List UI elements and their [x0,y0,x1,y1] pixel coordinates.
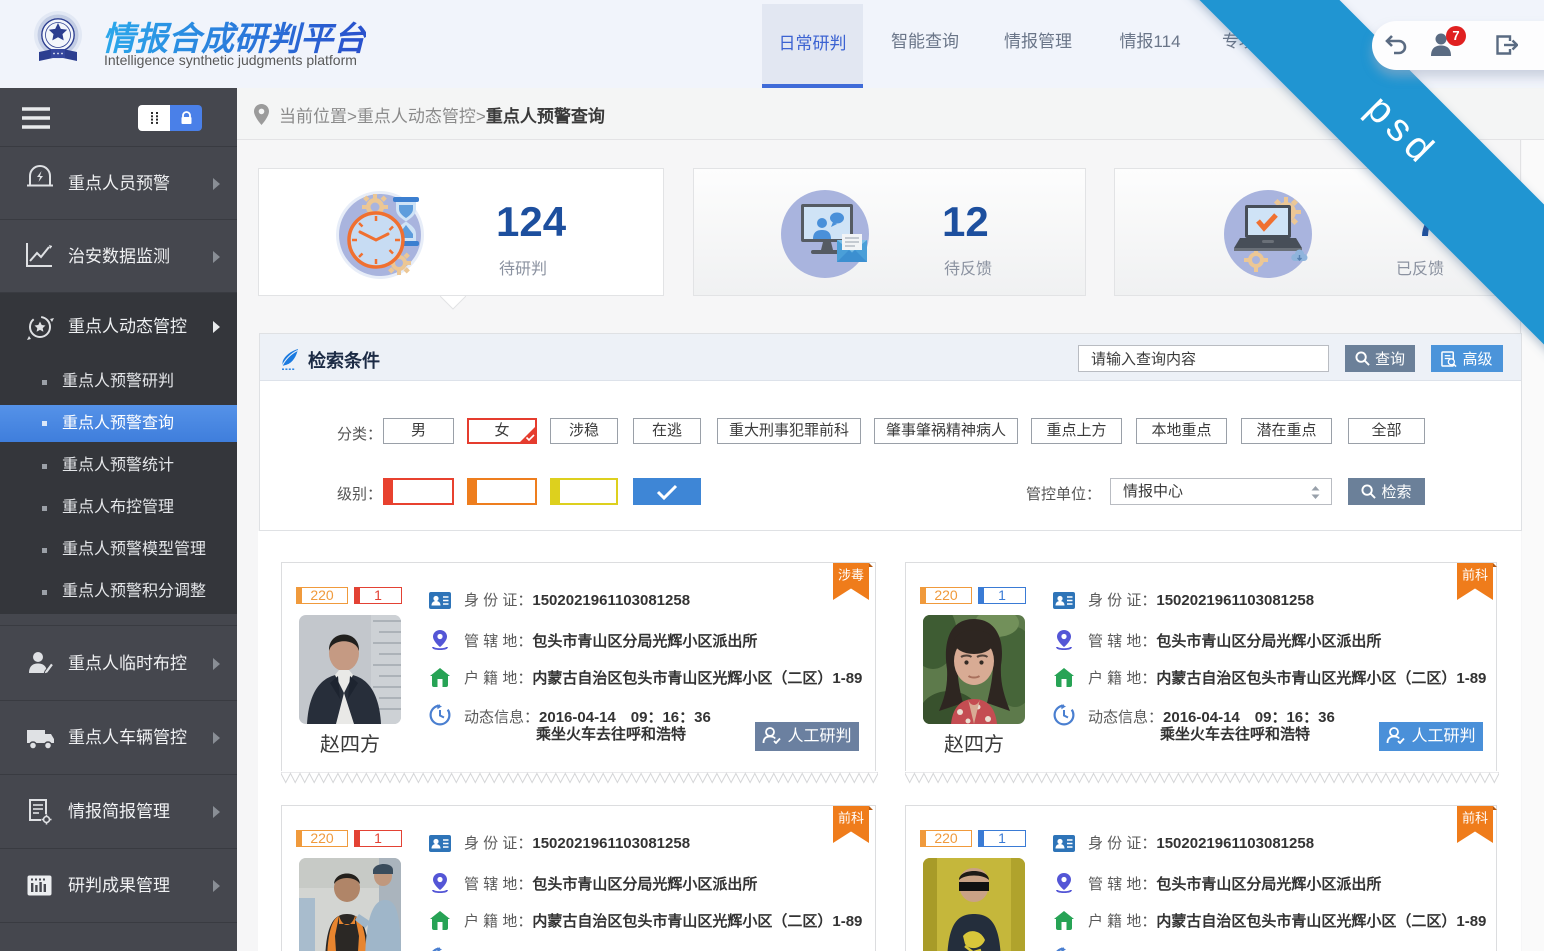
svg-text:前科: 前科 [1462,811,1488,826]
svg-text:涉毒: 涉毒 [838,568,864,583]
svg-text:前科: 前科 [838,811,864,826]
svg-text:前科: 前科 [1462,568,1488,583]
